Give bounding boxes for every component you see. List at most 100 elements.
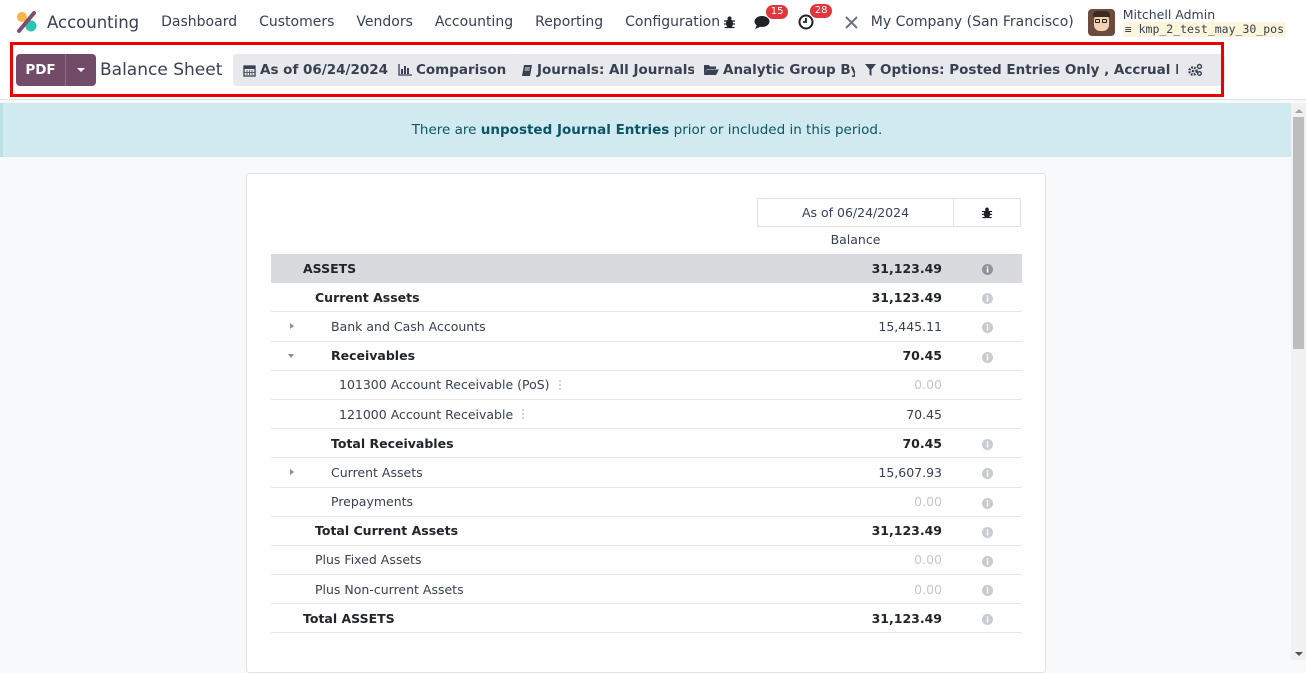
options-filter-label: Options: Posted Entries Only , Accrual B… — [880, 62, 1216, 78]
date-filter-button[interactable]: As of 06/24/2024 — [233, 54, 399, 86]
bar-chart-icon — [398, 64, 412, 76]
calendar-icon — [243, 64, 256, 77]
report-line-bank-cash[interactable]: Bank and Cash Accounts 15,445.11 — [271, 312, 1022, 342]
book-icon — [522, 64, 532, 76]
nav-dashboard[interactable]: Dashboard — [161, 14, 237, 30]
line-label: Prepayments — [331, 494, 414, 510]
app-brand[interactable]: Accounting — [16, 11, 161, 33]
report-line-current-assets[interactable]: Current Assets 31,123.49 — [271, 283, 1022, 313]
nav-customers[interactable]: Customers — [259, 14, 334, 30]
info-icon[interactable] — [982, 321, 993, 336]
column-debug-button[interactable] — [953, 198, 1021, 227]
report-line-assets[interactable]: ASSETS 31,123.49 — [271, 254, 1022, 284]
line-value: 0.00 — [914, 494, 942, 510]
line-label: Plus Non-current Assets — [315, 581, 464, 597]
user-avatar[interactable] — [1087, 8, 1115, 36]
line-label: Total ASSETS — [303, 610, 395, 626]
activities-button[interactable]: 28 — [798, 4, 833, 30]
report-lines: ASSETS 31,123.49 Current Assets 31,123.4… — [271, 254, 1022, 634]
top-navbar: Accounting Dashboard Customers Vendors A… — [0, 0, 1306, 44]
info-icon[interactable] — [982, 467, 993, 482]
accounting-logo-icon — [17, 11, 37, 33]
column-header-date: As of 06/24/2024 — [757, 198, 954, 227]
expand-caret-right-icon[interactable] — [290, 323, 294, 330]
line-label: 101300 Account Receivable (PoS) — [339, 377, 561, 392]
line-label: 121000 Account Receivable — [339, 407, 525, 422]
scroll-up-arrow-icon[interactable] — [1295, 109, 1303, 113]
scrollbar-thumb[interactable] — [1293, 117, 1304, 349]
nav-configuration[interactable]: Configuration — [625, 14, 720, 30]
info-icon[interactable] — [982, 584, 993, 599]
journals-filter-label: Journals: All Journals — [537, 62, 696, 78]
report-line-account-121000[interactable]: 121000 Account Receivable 70.45 — [271, 400, 1022, 430]
line-value: 31,123.49 — [871, 523, 942, 539]
report-line-total-current-assets[interactable]: Total Current Assets 31,123.49 — [271, 517, 1022, 546]
info-icon[interactable] — [982, 613, 993, 628]
unposted-entries-link[interactable]: unposted Journal Entries — [481, 122, 670, 138]
expand-caret-right-icon[interactable] — [290, 469, 294, 476]
unposted-entries-alert: There are unposted Journal Entries prior… — [0, 103, 1291, 157]
nav-accounting[interactable]: Accounting — [435, 14, 513, 30]
comparison-filter-label: Comparison — [416, 62, 507, 78]
line-value: 0.00 — [914, 552, 942, 568]
info-icon[interactable] — [982, 526, 993, 541]
column-subheader-balance: Balance — [830, 232, 881, 247]
line-value: 31,123.49 — [871, 261, 942, 277]
settings-tools-button[interactable] — [844, 15, 859, 30]
analytic-group-by-button[interactable]: Analytic Group By — [694, 54, 870, 86]
info-icon[interactable] — [982, 263, 993, 278]
messages-count-badge: 15 — [765, 4, 789, 19]
app-name: Accounting — [47, 12, 140, 32]
vertical-scrollbar[interactable] — [1291, 103, 1306, 660]
collapse-caret-down-icon[interactable] — [288, 353, 294, 358]
print-button-group: PDF — [16, 54, 96, 86]
debug-button[interactable] — [723, 16, 736, 29]
line-value: 0.00 — [914, 581, 942, 597]
alert-text-suffix: prior or included in this period. — [669, 122, 883, 138]
folder-open-icon — [704, 65, 719, 75]
line-menu-icon[interactable] — [558, 379, 561, 392]
line-value: 70.45 — [902, 348, 942, 364]
analytic-group-by-label: Analytic Group By — [723, 62, 860, 78]
report-line-prepayments[interactable]: Prepayments 0.00 — [271, 488, 1022, 517]
report-line-total-receivables[interactable]: Total Receivables 70.45 — [271, 429, 1022, 459]
export-dropdown-toggle[interactable] — [66, 54, 96, 86]
nav-vendors[interactable]: Vendors — [356, 14, 412, 30]
bug-icon — [723, 16, 735, 28]
line-label: Current Assets — [331, 464, 423, 480]
report-line-receivables[interactable]: Receivables 70.45 — [271, 342, 1022, 371]
report-line-fixed-assets[interactable]: Plus Fixed Assets 0.00 — [271, 546, 1022, 576]
nav-reporting[interactable]: Reporting — [535, 14, 603, 30]
page-title: Balance Sheet — [100, 60, 223, 80]
scroll-down-arrow-icon[interactable] — [1295, 652, 1303, 656]
line-menu-icon[interactable] — [522, 409, 525, 422]
line-value: 31,123.49 — [871, 610, 942, 626]
gears-icon — [1188, 63, 1203, 76]
report-settings-button[interactable] — [1178, 54, 1216, 86]
comparison-filter-button[interactable]: Comparison — [388, 54, 517, 86]
tools-icon — [845, 15, 858, 29]
info-icon[interactable] — [982, 292, 993, 307]
info-icon[interactable] — [982, 351, 993, 366]
info-icon[interactable] — [982, 555, 993, 570]
report-line-account-101300[interactable]: 101300 Account Receivable (PoS) 0.00 — [271, 371, 1022, 400]
line-value: 15,445.11 — [878, 318, 942, 334]
report-line-current-assets-sub[interactable]: Current Assets 15,607.93 — [271, 458, 1022, 488]
info-icon[interactable] — [982, 497, 993, 512]
journals-filter-button[interactable]: Journals: All Journals — [511, 54, 706, 86]
line-value: 31,123.49 — [871, 289, 942, 305]
line-label: Bank and Cash Accounts — [331, 318, 486, 334]
info-icon[interactable] — [982, 438, 993, 453]
bug-icon — [981, 206, 993, 218]
line-value: 0.00 — [914, 377, 942, 393]
options-filter-button[interactable]: Options: Posted Entries Only , Accrual B… — [855, 54, 1226, 86]
line-value: 70.45 — [906, 406, 942, 422]
user-menu[interactable]: Mitchell Admin ≡ kmp_2_test_may_30_pos — [1122, 7, 1286, 37]
report-line-total-assets[interactable]: Total ASSETS 31,123.49 — [271, 604, 1022, 634]
report-line-non-current-assets[interactable]: Plus Non-current Assets 0.00 — [271, 575, 1022, 605]
date-filter-label: As of 06/24/2024 — [260, 62, 389, 78]
company-switcher[interactable]: My Company (San Francisco) — [871, 14, 1074, 30]
pdf-button[interactable]: PDF — [16, 54, 66, 86]
filter-icon — [865, 64, 876, 76]
messages-button[interactable]: 15 — [754, 4, 789, 30]
